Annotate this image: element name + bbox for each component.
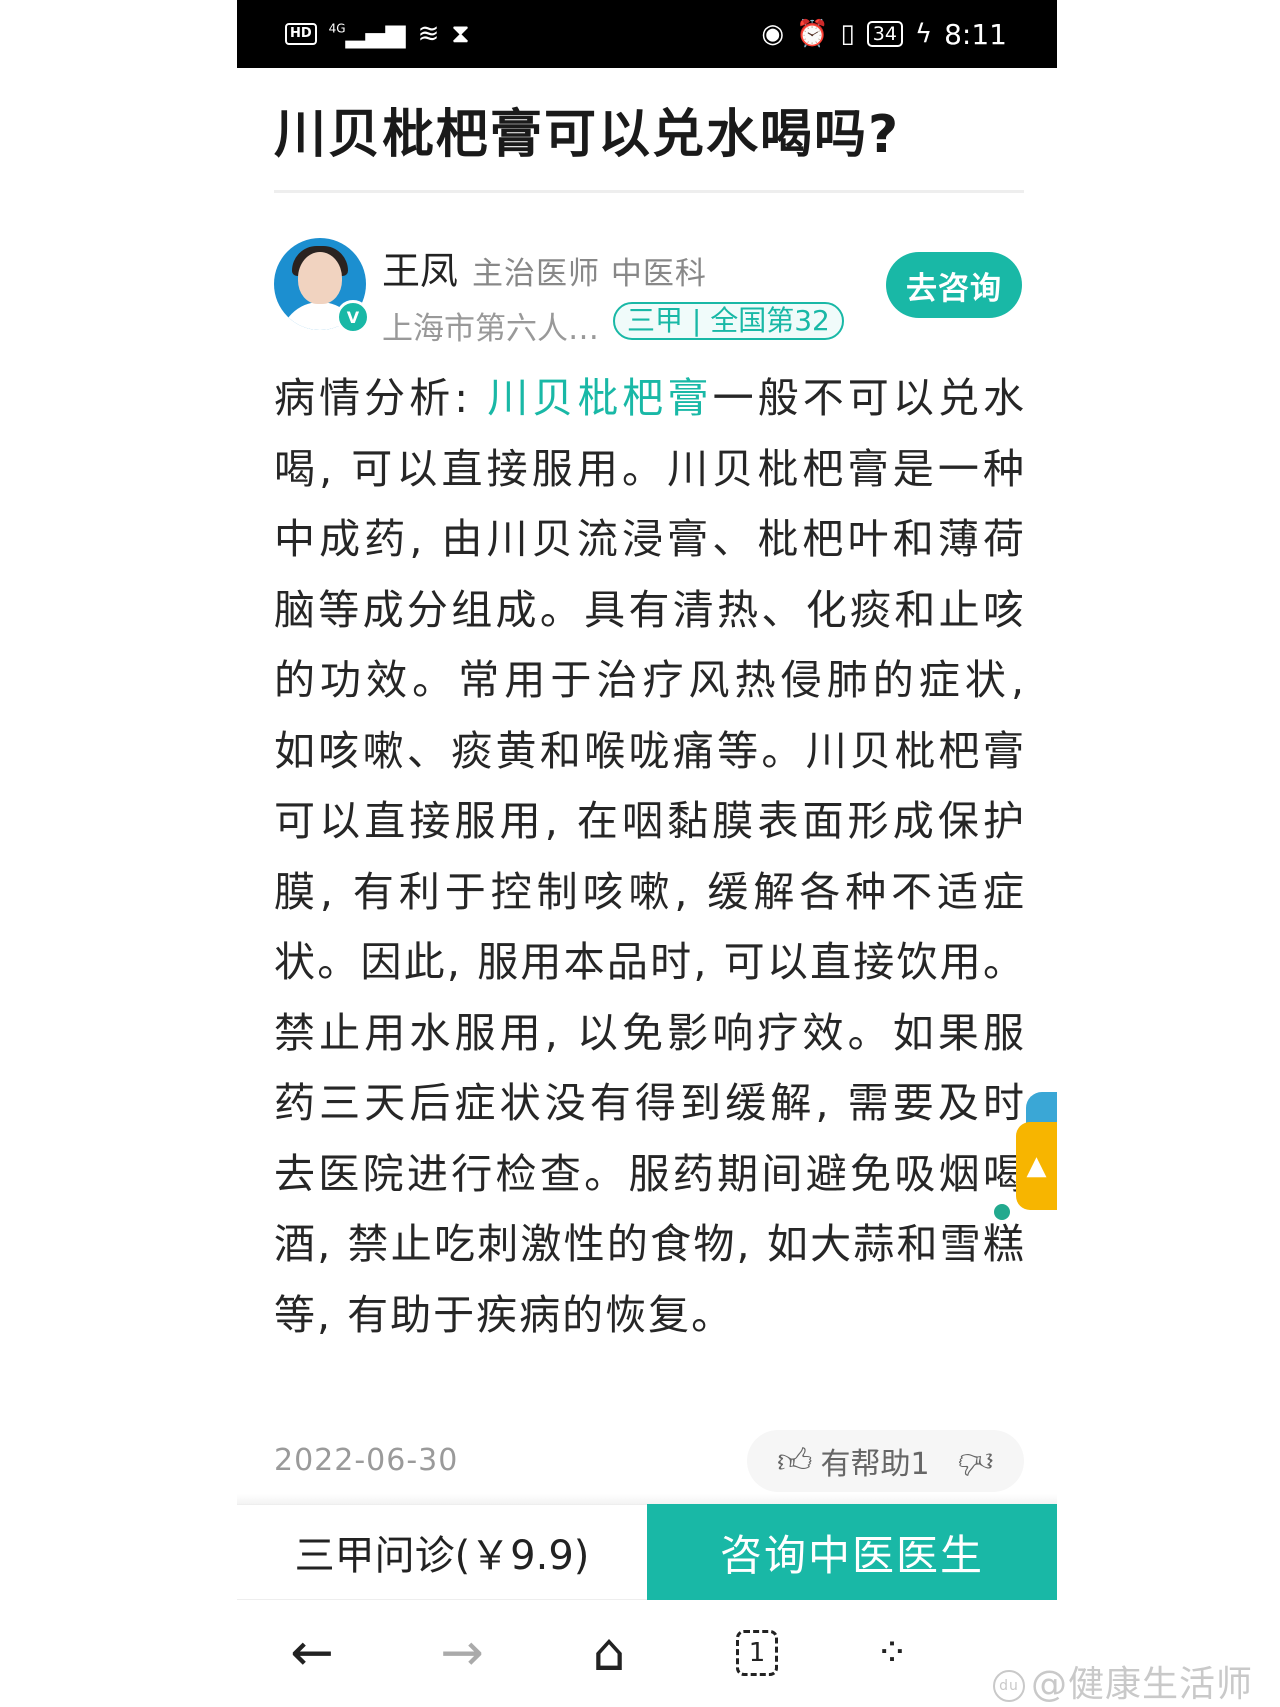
page-title: 川贝枇杷膏可以兑水喝吗? <box>274 105 901 165</box>
vibrate-icon: ▯ <box>840 19 855 49</box>
home-icon[interactable]: ⌂ <box>569 1618 649 1688</box>
status-bar: HD 4G▂▄▆ ≋ ⧗ ◉ ⏰ ▯ 34 ϟ 8:11 <box>237 0 1057 68</box>
hospital-rank-badge: 三甲 | 全国第32 <box>613 302 844 340</box>
status-left: HD 4G▂▄▆ ≋ ⧗ <box>285 19 470 50</box>
hd-badge: HD <box>285 23 317 45</box>
doctor-hospital: 上海市第六人民医院 <box>382 311 607 347</box>
analysis-body: 一般不可以兑水喝, 可以直接服用。川贝枇杷膏是一种中成药, 由川贝流浸膏、枇杷叶… <box>274 374 1026 1339</box>
hourglass-icon: ⧗ <box>451 18 470 49</box>
analysis-prefix: 病情分析: <box>274 374 488 422</box>
watermark-logo: du <box>993 1670 1025 1702</box>
status-right: ◉ ⏰ ▯ 34 ϟ 8:11 <box>761 18 1007 51</box>
clock: 8:11 <box>944 17 1007 51</box>
dots-grid-icon[interactable]: ⁘ <box>852 1618 932 1688</box>
battery-level: 34 <box>866 21 903 47</box>
alarm-icon: ⏰ <box>796 19 829 49</box>
eye-icon: ◉ <box>761 19 785 49</box>
doctor-title: 主治医师 中医科 <box>472 256 707 292</box>
tab-count: 1 <box>736 1630 778 1676</box>
widget-dot <box>994 1204 1010 1220</box>
doctor-name[interactable]: 王凤 <box>382 240 458 295</box>
watermark: du @健康生活师 <box>993 1655 1253 1707</box>
consult-button[interactable]: 去咨询 <box>886 252 1022 318</box>
watermark-text: @健康生活师 <box>1031 1664 1254 1705</box>
widget-cap <box>1026 1092 1057 1126</box>
helpful-pill: 👍︎ 有帮助1 👍︎ <box>747 1430 1024 1492</box>
helpful-count[interactable]: 有帮助1 <box>821 1439 959 1483</box>
signal-icon: 4G▂▄▆ <box>328 19 406 49</box>
bottom-shadow <box>237 1494 1057 1504</box>
wifi-icon: ≋ <box>417 19 440 49</box>
consult-tcm-doctor-button[interactable]: 咨询中医医生 <box>647 1504 1057 1600</box>
phone-screen: HD 4G▂▄▆ ≋ ⧗ ◉ ⏰ ▯ 34 ϟ 8:11 川贝枇杷膏可以兑水喝吗… <box>237 0 1057 1706</box>
avatar-face <box>298 252 342 304</box>
arrow-left-icon[interactable]: ← <box>272 1618 352 1688</box>
post-date: 2022-06-30 <box>274 1443 459 1478</box>
arrow-right-icon[interactable]: → <box>422 1618 502 1688</box>
browser-nav-bar: ← → ⌂ 1 ⁘ <box>237 1600 1057 1706</box>
bell-icon: ▲ <box>1016 1122 1057 1210</box>
title-divider <box>274 190 1024 193</box>
analysis-text: 病情分析: 川贝枇杷膏一般不可以兑水喝, 可以直接服用。川贝枇杷膏是一种中成药,… <box>274 363 1026 1350</box>
premium-consult-button[interactable]: 三甲问诊(￥9.9) <box>237 1504 647 1600</box>
drug-link[interactable]: 川贝枇杷膏 <box>487 374 712 422</box>
thumb-up-icon[interactable]: 👍︎ <box>777 1441 813 1482</box>
verified-icon: V <box>336 300 370 334</box>
floating-widget[interactable]: ▲ <box>1016 1092 1057 1210</box>
tabs-icon[interactable]: 1 <box>717 1618 797 1688</box>
thumb-down-icon[interactable]: 👍︎ <box>958 1441 994 1482</box>
charging-icon: ϟ <box>914 19 933 49</box>
